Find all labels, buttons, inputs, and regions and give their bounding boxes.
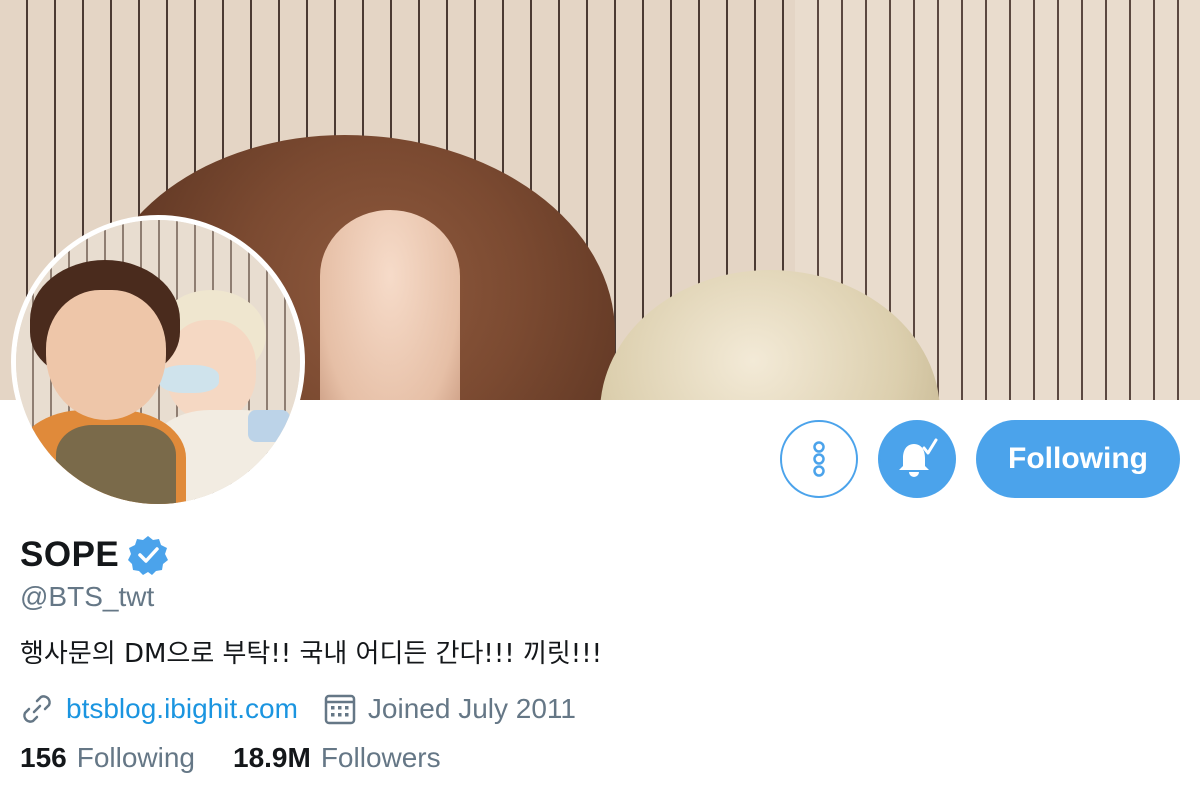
joined-item: Joined July 2011: [324, 693, 576, 725]
avatar-person-1-shirt: [56, 425, 176, 504]
following-label: Following: [76, 742, 195, 773]
notifications-button[interactable]: [878, 420, 956, 498]
avatar-mug: [248, 410, 290, 442]
website-item: btsblog.ibighit.com: [20, 692, 298, 726]
followers-stat[interactable]: 18.9M Followers: [233, 742, 441, 774]
calendar-icon: [324, 694, 356, 725]
following-button[interactable]: Following: [976, 420, 1180, 498]
joined-date: Joined July 2011: [367, 693, 576, 724]
bell-check-icon: [899, 438, 938, 477]
display-name: SOPE: [20, 535, 120, 574]
more-options-button[interactable]: [780, 420, 858, 498]
profile-stats: 156 Following 18.9M Followers: [20, 742, 1180, 774]
link-icon: [23, 695, 51, 723]
profile-info: SOPE @BTS_twt 행사문의 DM으로 부탁!! 국내 어디든 간다!!…: [20, 533, 1180, 774]
profile-meta: btsblog.ibighit.com Joined July 2011: [20, 692, 1180, 726]
name-row: SOPE: [20, 533, 1180, 577]
followers-label: Followers: [320, 742, 441, 773]
avatar-person-2-mask: [159, 365, 219, 393]
more-vertical-icon: [813, 441, 825, 477]
verified-badge-icon: [128, 536, 169, 575]
banner-face: [320, 210, 460, 400]
following-stat[interactable]: 156 Following: [20, 742, 195, 774]
profile-actions: Following: [780, 420, 1180, 498]
profile-bio: 행사문의 DM으로 부탁!! 국내 어디든 간다!!! 끼릿!!!: [20, 639, 603, 669]
website-link[interactable]: btsblog.ibighit.com: [66, 693, 298, 725]
following-count: 156: [20, 742, 67, 773]
followers-count: 18.9M: [233, 742, 311, 773]
profile-avatar[interactable]: [11, 215, 305, 509]
user-handle: @BTS_twt: [20, 581, 155, 612]
avatar-person-1-face: [46, 290, 166, 420]
